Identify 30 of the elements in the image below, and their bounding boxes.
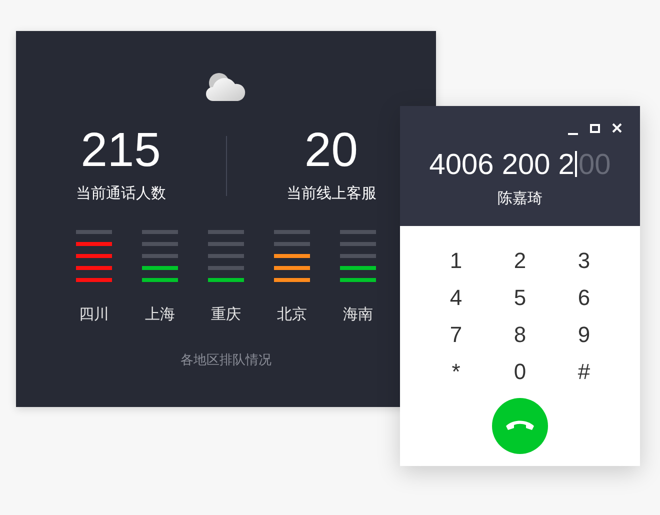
keypad-key[interactable]: 1 xyxy=(424,242,488,279)
keypad-key[interactable]: * xyxy=(424,353,488,390)
region-label: 北京 xyxy=(277,304,307,324)
stat-label: 当前线上客服 xyxy=(286,184,376,204)
region-label: 上海 xyxy=(145,304,175,324)
keypad-key[interactable]: 0 xyxy=(488,353,552,390)
region-label: 重庆 xyxy=(211,304,241,324)
maximize-icon xyxy=(590,124,600,132)
keypad-key[interactable]: 2 xyxy=(488,242,552,279)
stat-value: 20 xyxy=(304,127,358,175)
keypad-key[interactable]: # xyxy=(552,353,616,390)
region-label: 四川 xyxy=(79,304,109,324)
region-label: 海南 xyxy=(343,304,373,324)
stat-value: 215 xyxy=(80,127,161,175)
stat-label: 当前通话人数 xyxy=(76,184,166,204)
cloud-icon xyxy=(205,71,247,101)
contact-name: 陈嘉琦 xyxy=(498,189,542,209)
keypad-key[interactable]: 7 xyxy=(424,316,488,353)
keypad-key[interactable]: 3 xyxy=(552,242,616,279)
keypad-key[interactable]: 9 xyxy=(552,316,616,353)
minimize-icon xyxy=(568,133,578,135)
chart-caption: 各地区排队情况 xyxy=(180,351,272,369)
maximize-button[interactable] xyxy=(588,121,602,135)
close-icon xyxy=(612,123,622,133)
keypad-key[interactable]: 4 xyxy=(424,279,488,316)
keypad-key[interactable]: 6 xyxy=(552,279,616,316)
close-button[interactable] xyxy=(610,121,624,135)
keypad-key[interactable]: 8 xyxy=(488,316,552,353)
phone-handset-icon xyxy=(505,420,535,432)
keypad-key[interactable]: 5 xyxy=(488,279,552,316)
